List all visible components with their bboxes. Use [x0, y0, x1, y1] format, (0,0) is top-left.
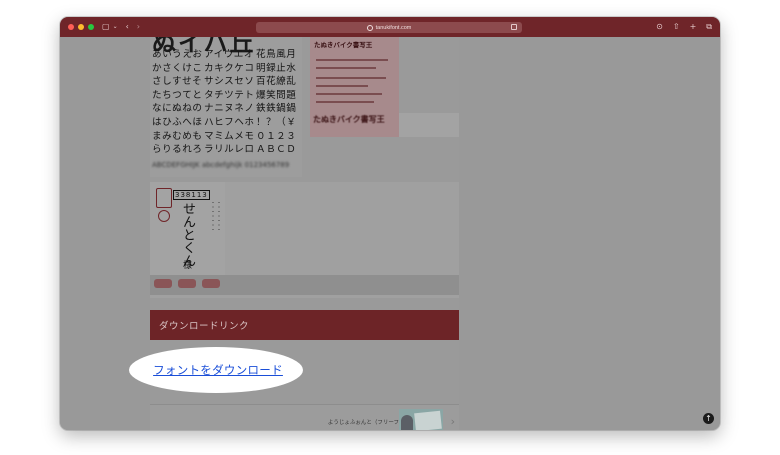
- kana-cell: ナニヌネノ: [204, 103, 255, 115]
- address-bar[interactable]: tanukifont.com: [256, 22, 522, 33]
- kana-cell: まみむめも: [152, 130, 203, 142]
- minimize-window-button[interactable]: [78, 24, 84, 30]
- kana-cell: ＡＢＣＤ: [256, 144, 297, 156]
- back-icon[interactable]: ‹: [126, 23, 129, 31]
- photo-text-line: [316, 59, 388, 61]
- kana-cell: なにぬねの: [152, 103, 203, 115]
- business-card-sample: 338113 せんとくん 様 ・・・・・・・ ・・・・・・・: [150, 182, 459, 298]
- kana-grid: あいうえお アイウエオ 花鳥風月 かさくけこ カキクケコ 明録止水 さしすせそ …: [152, 49, 302, 157]
- site-favicon-icon: [366, 24, 373, 31]
- toolbar-right: ⊙ ⇧ + ⧉: [656, 17, 712, 37]
- photo-text-line: [316, 85, 368, 87]
- stamp-icon: [154, 279, 172, 288]
- card-vertical-text: ・・・・・・・: [210, 200, 215, 232]
- scroll-to-top-button[interactable]: ↑: [703, 413, 714, 424]
- reader-icon[interactable]: [511, 24, 517, 30]
- kana-cell: 爆笑問題: [256, 89, 297, 101]
- download-font-link[interactable]: フォントをダウンロード: [149, 362, 283, 378]
- kana-cell: 明録止水: [256, 62, 297, 74]
- chevron-down-icon[interactable]: ⌄: [113, 24, 118, 30]
- download-link-highlight: フォントをダウンロード: [129, 347, 303, 393]
- kana-cell: ！？（￥: [256, 116, 297, 128]
- kana-cell: はひふへほ: [152, 116, 203, 128]
- kana-cell: タチツテト: [204, 89, 255, 101]
- seal-icon: [158, 210, 170, 222]
- card-honorific: 様: [183, 261, 193, 271]
- download-section-header: ダウンロードリンク: [150, 310, 459, 340]
- business-card: 338113 せんとくん 様 ・・・・・・・ ・・・・・・・: [150, 182, 225, 282]
- kana-cell: ラリルレロ: [204, 144, 255, 156]
- photo-text-line: [316, 67, 376, 69]
- download-section-title: ダウンロードリンク: [159, 321, 250, 332]
- sidebar-icon[interactable]: ▢: [102, 23, 110, 31]
- stamp-icon: [202, 279, 220, 288]
- window-controls: [68, 24, 94, 30]
- page-column: ぬイハ丘 あいうえお アイウエオ 花鳥風月 かさくけこ カキクケコ 明録止水 さ…: [129, 37, 459, 430]
- kana-cell: アイウエオ: [204, 49, 254, 60]
- photo-text-line: [316, 93, 382, 95]
- kana-cell: さしすせそ: [152, 76, 203, 88]
- share-icon[interactable]: ⇧: [673, 23, 680, 31]
- logo-icon: [156, 188, 172, 208]
- photo-text-line: [316, 101, 374, 103]
- card-vertical-text: ・・・・・・・: [216, 200, 221, 232]
- kana-cell: サシスセソ: [204, 76, 255, 88]
- kana-cell: 鉄鉄鍋鍋: [256, 103, 297, 115]
- download-icon[interactable]: ⊙: [656, 23, 663, 31]
- photo-bottom-text: たぬきバイク書写王: [313, 115, 385, 124]
- sample-latin-row: ABCDEFGHIJK abcdefghijk 0123456789: [152, 161, 290, 169]
- card-header: 338113: [173, 190, 210, 200]
- photo-text-line: [316, 77, 386, 79]
- photo-title: たぬきバイク書写王: [314, 41, 373, 49]
- kana-cell: カキクケコ: [204, 62, 255, 74]
- photo-caption-strip: [399, 113, 459, 137]
- zoom-window-button[interactable]: [88, 24, 94, 30]
- close-window-button[interactable]: [68, 24, 74, 30]
- person-figure-icon: [401, 415, 413, 430]
- address-url: tanukifont.com: [375, 24, 412, 31]
- font-sample-image: ぬイハ丘 あいうえお アイウエオ 花鳥風月 かさくけこ カキクケコ 明録止水 さ…: [150, 37, 302, 177]
- new-tab-icon[interactable]: +: [690, 23, 697, 31]
- kana-cell: 花鳥風月: [256, 49, 297, 60]
- forward-icon[interactable]: ›: [137, 23, 140, 31]
- kana-cell: らりるれろ: [152, 144, 203, 156]
- related-article-card[interactable]: ようじょふぉんと（フリーフォント） ›: [150, 404, 459, 430]
- card-caption-strip: [150, 275, 459, 295]
- chevron-right-icon: ›: [450, 415, 455, 428]
- kana-cell: マミムメモ: [204, 130, 255, 142]
- kana-cell: かさくけこ: [152, 62, 203, 74]
- page-viewport: ぬイハ丘 あいうえお アイウエオ 花鳥風月 かさくけこ カキクケコ 明録止水 さ…: [60, 37, 720, 430]
- kana-cell: ハヒフヘホ: [204, 116, 255, 128]
- kana-cell: たちつてと: [152, 89, 203, 101]
- kana-cell: あいうえお: [152, 49, 203, 60]
- related-article-thumbnail: [399, 409, 443, 430]
- kana-cell: 百花繚乱: [256, 76, 297, 88]
- stamp-icon: [178, 279, 196, 288]
- browser-titlebar: ▢ ⌄ ‹ › tanukifont.com ⊙ ⇧ + ⧉: [60, 17, 720, 37]
- kana-cell: ０１２３: [256, 130, 297, 142]
- paper-icon: [414, 410, 442, 430]
- tabs-icon[interactable]: ⧉: [706, 23, 712, 31]
- browser-window: ▢ ⌄ ‹ › tanukifont.com ⊙ ⇧ + ⧉ ぬイハ丘 あいうえ…: [60, 17, 720, 430]
- usage-photo-image: たぬきバイク書写王 たぬきバイク書写王: [310, 37, 399, 137]
